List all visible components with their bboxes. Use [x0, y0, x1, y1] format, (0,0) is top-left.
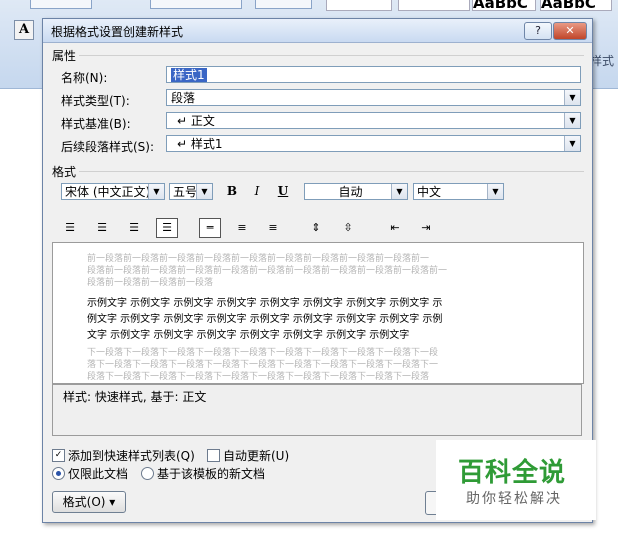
language-value: 中文	[417, 185, 442, 199]
preview-sample-line: 例文字 示例文字 示例文字 示例文字 示例文字 示例文字 示例文字 示例文字 示…	[87, 314, 443, 325]
help-button[interactable]: ?	[524, 22, 552, 40]
based-on-label: 样式基准(B):	[61, 117, 131, 131]
style-preview: 前一段落前一段落前一段落前一段落前一段落前一段落前一段落前一段落前一段落前一 段…	[52, 242, 584, 384]
preview-before-line: 前一段落前一段落前一段落前一段落前一段落前一段落前一段落前一段落前一段落前一	[87, 254, 430, 264]
preview-sample-line: 示例文字 示例文字 示例文字 示例文字 示例文字 示例文字 示例文字 示例文字 …	[87, 298, 443, 309]
auto-update-checkbox[interactable]	[207, 449, 220, 462]
font-select[interactable]: 宋体 (中文正文) ▼	[61, 183, 165, 200]
add-quick-style-label: 添加到快速样式列表(Q)	[68, 449, 195, 463]
single-spacing-icon[interactable]: ═	[199, 218, 221, 238]
format-menu-button[interactable]: 格式(O) ▾	[52, 491, 126, 513]
name-label: 名称(N):	[61, 71, 108, 85]
auto-update-label: 自动更新(U)	[223, 449, 290, 463]
ribbon-group	[255, 0, 312, 9]
styles-group-label: 样式	[589, 54, 614, 68]
chevron-down-icon[interactable]: ▼	[391, 184, 407, 199]
properties-section-label: 属性	[52, 49, 77, 63]
watermark-subtitle: 助你轻松解决	[466, 491, 562, 507]
based-on-select[interactable]: ↵ 正文 ▼	[166, 112, 581, 129]
double-spacing-icon[interactable]: ≡	[262, 218, 284, 238]
section-divider	[79, 171, 584, 172]
next-style-label: 后续段落样式(S):	[61, 140, 155, 154]
name-input[interactable]: 样式1	[166, 66, 581, 83]
style-type-select[interactable]: 段落 ▼	[166, 89, 581, 106]
chevron-down-icon[interactable]: ▼	[564, 113, 580, 128]
only-this-document-label: 仅限此文档	[68, 467, 129, 481]
increase-spacing-icon[interactable]: ⇕	[305, 218, 327, 238]
preview-before-line: 段落前一段落前一段落前一段落前一段落前一段落前一段落前一段落前一段落前一段落前一	[87, 266, 448, 276]
close-button[interactable]: ✕	[553, 22, 587, 40]
watermark-title: 百科全说	[458, 458, 567, 488]
align-right-icon[interactable]: ☰	[123, 218, 145, 238]
underline-button[interactable]: U	[274, 182, 292, 200]
preview-sample-line: 文字 示例文字 示例文字 示例文字 示例文字 示例文字 示例文字 示例文字	[87, 330, 410, 341]
increase-indent-icon[interactable]: ⇥	[415, 218, 437, 238]
font-size-select[interactable]: 五号 ▼	[169, 183, 213, 200]
section-divider	[79, 55, 584, 56]
chevron-down-icon[interactable]: ▼	[148, 184, 164, 199]
add-quick-style-checkbox[interactable]: ✓	[52, 449, 65, 462]
preview-after-line: 段落下一段落下一段落下一段落下一段落下一段落下一段落下一段落下一段落下一段落	[87, 372, 430, 382]
chevron-down-icon[interactable]: ▼	[564, 90, 580, 105]
style-gallery-tile[interactable]: AaBbC	[540, 0, 612, 11]
template-documents-radio[interactable]	[141, 467, 154, 480]
chevron-down-icon[interactable]: ▼	[196, 184, 212, 199]
align-center-icon[interactable]: ☰	[91, 218, 113, 238]
dialog-title: 根据格式设置创建新样式	[51, 25, 184, 39]
chevron-down-icon[interactable]: ▼	[564, 136, 580, 151]
style-type-value: 段落	[171, 91, 196, 105]
next-style-select[interactable]: ↵ 样式1 ▼	[166, 135, 581, 152]
format-section-label: 格式	[52, 165, 77, 179]
style-type-label: 样式类型(T):	[61, 94, 130, 108]
chevron-down-icon[interactable]: ▼	[487, 184, 503, 199]
ribbon-group	[30, 0, 92, 9]
preview-before-line: 段落前一段落前一段落前一段落	[87, 278, 214, 288]
style-gallery-tile[interactable]	[398, 0, 470, 11]
decrease-spacing-icon[interactable]: ⇳	[337, 218, 359, 238]
font-color-button[interactable]: A	[14, 20, 34, 40]
name-input-value: 样式1	[171, 68, 207, 82]
preview-after-line: 下一段落下一段落下一段落下一段落下一段落下一段落下一段落下一段落下一段落下一段	[87, 348, 439, 358]
align-left-icon[interactable]: ☰	[59, 218, 81, 238]
dialog-titlebar[interactable]: 根据格式设置创建新样式 ? ✕	[43, 19, 592, 43]
style-gallery-tile[interactable]: AaBbC	[472, 0, 536, 11]
font-color-value: 自动	[338, 185, 363, 199]
watermark-logo: 百科全说 助你轻松解决	[436, 440, 596, 520]
style-gallery-tile[interactable]	[326, 0, 392, 11]
italic-button[interactable]: I	[248, 182, 266, 200]
next-style-value: ↵ 样式1	[177, 137, 223, 151]
one-half-spacing-icon[interactable]: ≡	[231, 218, 253, 238]
language-select[interactable]: 中文 ▼	[413, 183, 504, 200]
based-on-value: ↵ 正文	[177, 114, 215, 128]
preview-after-line: 落下一段落下一段落下一段落下一段落下一段落下一段落下一段落下一段落下一段落下一	[87, 360, 439, 370]
only-this-document-radio[interactable]	[52, 467, 65, 480]
font-color-select[interactable]: 自动 ▼	[304, 183, 408, 200]
bold-button[interactable]: B	[223, 182, 241, 200]
ribbon-group	[150, 0, 242, 9]
font-size-value: 五号	[173, 185, 198, 199]
decrease-indent-icon[interactable]: ⇤	[384, 218, 406, 238]
justify-icon[interactable]: ☰	[156, 218, 178, 238]
style-description: 样式: 快速样式, 基于: 正文	[52, 384, 582, 436]
template-documents-label: 基于该模板的新文档	[157, 467, 266, 481]
font-value: 宋体 (中文正文)	[65, 185, 151, 199]
